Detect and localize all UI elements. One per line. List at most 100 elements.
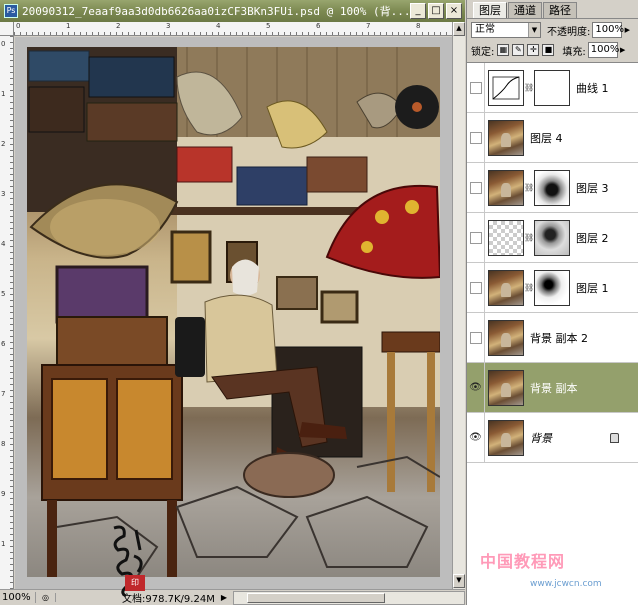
eye-icon[interactable] [467,312,485,363]
layer-row[interactable]: 👁 背景 副本 [467,362,638,413]
lock-image-icon[interactable]: ✎ [512,44,525,56]
panel-tabs: 图层 通道 路径 [467,2,578,18]
canvas-area[interactable] [15,37,452,589]
layer-name[interactable]: 背景 副本 [530,380,578,396]
red-seal: 印 [125,575,145,591]
lock-position-icon[interactable]: ✛ [527,44,540,56]
layer-thumbnail[interactable] [488,419,524,456]
layer-name[interactable]: 图层 2 [576,230,609,246]
ruler-corner[interactable] [0,22,14,36]
ruler-tick-label: 3 [166,22,171,30]
layer-thumbnail[interactable] [488,319,524,356]
layer-thumbnail[interactable] [488,269,524,306]
layer-row[interactable]: 背景 副本 2 [467,312,638,363]
lock-all-icon[interactable]: ■ [542,44,555,56]
layer-mask-thumbnail[interactable] [534,269,570,306]
layer-thumbnail[interactable] [488,119,524,156]
document-titlebar[interactable]: Ps 20090312_7eaaf9aa3d0db6626aa0izCF3BKn… [0,0,465,22]
layer-mask-thumbnail[interactable] [534,219,570,256]
eye-icon[interactable] [467,62,485,113]
visibility-box [469,81,482,94]
lock-icon [610,433,619,443]
link-chain-icon[interactable]: ⛓ [524,183,534,192]
image-canvas[interactable] [27,47,440,577]
status-bar: 100% ◎ 文档:978.7K/9.24M ▶ [0,589,465,605]
layer-name[interactable]: 图层 1 [576,280,609,296]
ruler-horizontal[interactable]: 0 1 2 3 4 5 6 7 8 [14,22,452,36]
layer-row[interactable]: ⛓ 图层 1 [467,262,638,313]
fill-input[interactable]: 100% [587,42,619,58]
lock-label: 锁定: [471,46,495,58]
blend-mode-select[interactable]: 正常 ▼ [471,22,541,38]
ruler-vertical[interactable]: 0 1 2 3 4 5 6 7 8 9 1 [0,36,14,589]
visibility-box [469,331,482,344]
layer-name[interactable]: 背景 副本 2 [530,330,588,346]
ruler-tick-label: 2 [1,140,6,148]
tab-divider [467,18,638,19]
suitcase-navy [88,56,175,98]
chevron-down-icon: ▼ [528,23,540,37]
link-chain-icon[interactable]: ⛓ [524,233,534,242]
minimize-icon[interactable]: _ [410,3,426,19]
eye-icon[interactable]: 👁 [467,412,485,463]
wall-frame-1 [170,230,212,284]
ruler-tick-label: 5 [1,290,6,298]
layer-row[interactable]: ⛓ 曲线 1 [467,62,638,113]
maximize-icon[interactable]: □ [428,3,444,19]
status-nav-icon[interactable]: ◎ [36,593,56,602]
opacity-slider-icon[interactable]: ▶ [622,26,632,34]
ruler-tick-label: 6 [1,340,6,348]
wall-frame-3 [320,290,359,324]
vertical-scrollbar[interactable]: ▲ ▼ [452,22,465,589]
layer-row[interactable]: ⛓ 图层 3 [467,162,638,213]
layer-thumbnail[interactable] [488,369,524,406]
layer-mask-thumbnail[interactable] [534,69,570,106]
layer-name[interactable]: 图层 4 [530,130,563,146]
horizontal-scrollbar[interactable] [232,590,465,605]
ruler-tick-label: 2 [116,22,121,30]
tab-layers[interactable]: 图层 [473,2,507,18]
ruler-tick-label: 1 [66,22,71,30]
layer-row[interactable]: ⛓ 图层 2 [467,212,638,263]
cabinet-door-right [116,378,173,480]
layer-mask-thumbnail[interactable] [534,169,570,206]
status-menu-arrow-icon[interactable]: ▶ [221,593,227,602]
layer-name[interactable]: 背景 [530,430,552,446]
document-icon: Ps [4,4,18,18]
horn-ornament-1 [375,210,389,224]
eye-icon[interactable]: 👁 [467,362,485,413]
fill-label: 填充: [562,46,586,58]
link-chain-icon[interactable]: ⛓ [524,283,534,292]
layer-thumbnail[interactable] [488,69,524,106]
opacity-input[interactable]: 100% [592,22,624,38]
tab-paths[interactable]: 路径 [543,2,577,18]
horn-highlight [50,199,160,255]
scroll-thumb[interactable] [246,592,385,603]
eye-icon[interactable] [467,112,485,163]
document-window: Ps 20090312_7eaaf9aa3d0db6626aa0izCF3BKn… [0,0,465,605]
fill-slider-icon[interactable]: ▶ [618,46,628,54]
scroll-down-icon[interactable]: ▼ [453,574,465,588]
zoom-level[interactable]: 100% [0,592,36,603]
ruler-tick-label: 7 [366,22,371,30]
close-icon[interactable]: × [446,3,462,19]
layers-panel: 图层 通道 路径 正常 ▼ 不透明度: 100% ▶ 锁定: ▦ ✎ ✛ ■ 填… [466,0,638,605]
eye-icon[interactable] [467,262,485,313]
eye-icon[interactable] [467,162,485,213]
layer-thumbnail[interactable] [488,169,524,206]
layers-list: ⛓ 曲线 1 图层 4 ⛓ 图层 3 ⛓ 图层 2 ⛓ 图层 1 背景 副本 2 👁 背景 副本 👁 背景 [467,62,638,517]
link-chain-icon[interactable]: ⛓ [524,83,534,92]
suitcase-blue [28,50,90,82]
layer-row[interactable]: 图层 4 [467,112,638,163]
window-controls: _ □ × [410,3,465,19]
layer-row[interactable]: 👁 背景 [467,412,638,463]
eye-icon[interactable] [467,212,485,263]
ruler-tick-label: 0 [1,40,6,48]
lock-transparent-icon[interactable]: ▦ [497,44,510,56]
watermark-text: 中国教程网 [480,552,566,571]
scroll-up-icon[interactable]: ▲ [453,22,465,36]
tab-channels[interactable]: 通道 [508,2,542,18]
layer-name[interactable]: 曲线 1 [576,80,609,96]
layer-thumbnail[interactable] [488,219,524,256]
layer-name[interactable]: 图层 3 [576,180,609,196]
